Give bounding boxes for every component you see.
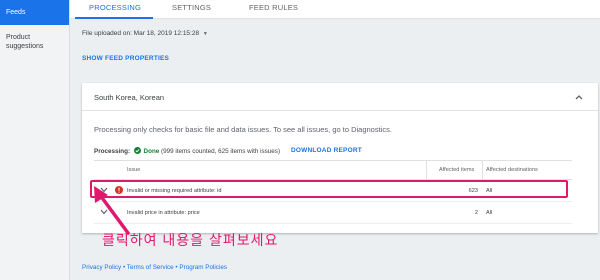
sidebar-item-feeds[interactable]: Feeds [0, 0, 69, 25]
tab-settings[interactable]: SETTINGS [172, 3, 211, 12]
show-feed-properties-link[interactable]: SHOW FEED PROPERTIES [82, 55, 169, 62]
check-circle-icon [133, 147, 141, 154]
processing-status: Processing: Done (999 items counted, 625… [94, 147, 280, 155]
annotation-text: 클릭하여 내용을 살펴보세요 [102, 232, 279, 248]
program-policies-link[interactable]: Program Policies [179, 264, 227, 271]
header-affected-destinations: Affected destinations [486, 167, 538, 173]
terms-of-service-link[interactable]: Terms of Service [127, 264, 174, 271]
chevron-down-icon[interactable] [100, 209, 108, 215]
sidebar: Feeds Product suggestions [0, 0, 70, 280]
affected-destination: All [486, 210, 493, 216]
sidebar-item-product-suggestions[interactable]: Product suggestions [0, 33, 69, 51]
privacy-policy-link[interactable]: Privacy Policy [82, 264, 121, 271]
tab-active-indicator [75, 17, 153, 19]
footer-links: Privacy Policy • Terms of Service • Prog… [82, 264, 227, 271]
info-text: Processing only checks for basic file an… [94, 125, 392, 134]
region-label: South Korea, Korean [94, 93, 165, 102]
processing-label: Processing: [94, 148, 131, 155]
highlight-box [90, 180, 568, 198]
issue-text: Invalid price in attribute: price [127, 210, 200, 216]
header-issue: Issue [127, 167, 141, 173]
caret-down-icon: ▼ [202, 31, 208, 37]
tab-processing[interactable]: PROCESSING [89, 3, 141, 12]
chevron-up-icon[interactable] [574, 92, 584, 102]
file-upload-label: File uploaded on: Mar 18, 2019 12:15:28 [82, 30, 200, 37]
table-header: Issue Affected items Affected destinatio… [94, 160, 572, 181]
column-divider [426, 161, 427, 181]
affected-count: 2 [474, 210, 478, 216]
tab-bar: PROCESSING SETTINGS FEED RULES [70, 0, 600, 19]
card-header[interactable]: South Korea, Korean [82, 83, 598, 111]
download-report-link[interactable]: DOWNLOAD REPORT [291, 147, 362, 154]
table-row[interactable]: Invalid price in attribute: price 2 All [94, 202, 572, 224]
processing-card: South Korea, Korean Processing only chec… [82, 83, 598, 233]
column-divider [482, 161, 483, 181]
tab-feed-rules[interactable]: FEED RULES [249, 3, 298, 12]
header-affected-items: Affected items [439, 167, 475, 173]
file-upload-selector[interactable]: File uploaded on: Mar 18, 2019 12:15:28 … [82, 30, 208, 37]
status-detail: (999 items counted, 625 items with issue… [161, 148, 281, 155]
status-done: Done [143, 148, 160, 155]
